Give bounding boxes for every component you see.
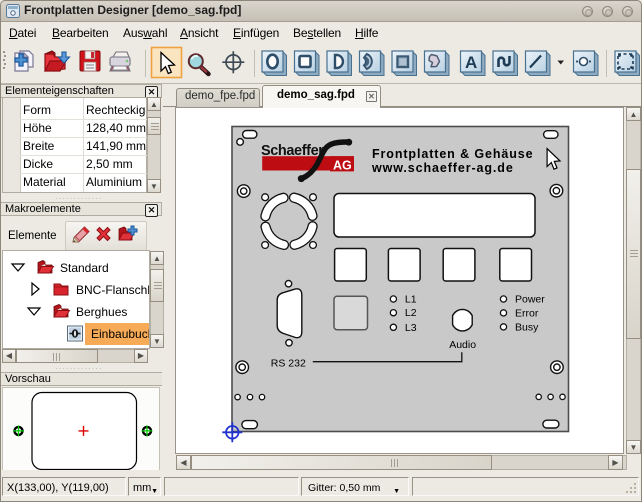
svg-text:Power: Power [515,294,545,306]
svg-text:AG: AG [333,159,352,173]
svg-text:L3: L3 [405,322,417,334]
svg-text:L2: L2 [405,307,417,319]
svg-text:Audio: Audio [449,339,476,351]
svg-text:Error: Error [515,307,539,319]
svg-text:RS 232: RS 232 [271,357,306,369]
svg-text:Schaeffer: Schaeffer [261,143,324,159]
svg-text:Frontplatten & Gehäuse: Frontplatten & Gehäuse [372,147,533,161]
svg-text:A: A [465,53,477,72]
svg-text:www.schaeffer-ag.de: www.schaeffer-ag.de [371,161,514,175]
svg-text:Busy: Busy [515,321,539,333]
svg-text:L1: L1 [405,294,417,306]
